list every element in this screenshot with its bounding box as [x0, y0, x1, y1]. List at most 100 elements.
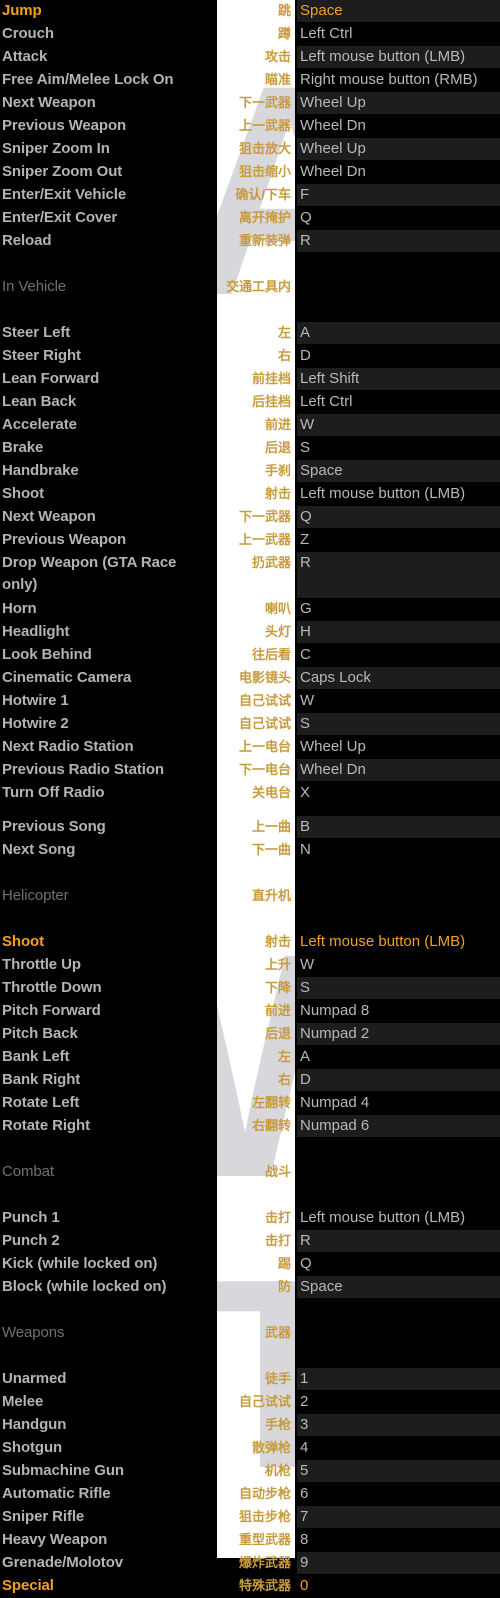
control-row[interactable]: Sniper Rifle 狙击步枪 7 — [0, 1506, 500, 1529]
key-binding-value: 6 — [300, 1485, 309, 1502]
action-label: Handgun — [2, 1416, 67, 1433]
controls-reference-sheet: A W T Jump跳SpaceCrouch蹲Left CtrlAttack攻击… — [0, 0, 500, 1594]
control-row[interactable]: Melee 自己试试 2 — [0, 1391, 500, 1414]
action-label: Shoot — [2, 933, 44, 950]
control-row[interactable]: Crouch 蹲 Left Ctrl — [0, 23, 500, 46]
section-header-row[interactable]: In Vehicle 交通工具内 — [0, 276, 500, 299]
control-row[interactable]: Reload 重新装弹 R — [0, 230, 500, 253]
control-row[interactable]: Accelerate 前进 W — [0, 414, 500, 437]
control-row[interactable]: Brake 后退 S — [0, 437, 500, 460]
control-row[interactable]: Enter/Exit Cover 离开掩护 Q — [0, 207, 500, 230]
control-row[interactable]: Handbrake 手刹 Space — [0, 460, 500, 483]
action-label-chinese: 下一曲 — [251, 842, 291, 857]
action-label: Jump — [2, 2, 42, 19]
control-row[interactable]: Rotate Left 左翻转 Numpad 4 — [0, 1092, 500, 1115]
control-row[interactable]: Lean Back 后挂档 Left Ctrl — [0, 391, 500, 414]
action-label: Shotgun — [2, 1439, 63, 1456]
control-row[interactable]: Cinematic Camera 电影镜头 Caps Lock — [0, 667, 500, 690]
control-row[interactable]: Next Weapon 下一武器 Wheel Up — [0, 92, 500, 115]
control-row[interactable]: Next Radio Station 上一电台 Wheel Up — [0, 736, 500, 759]
action-label: Next Weapon — [2, 508, 96, 525]
control-row[interactable]: Submachine Gun 机枪 5 — [0, 1460, 500, 1483]
action-label: Accelerate — [2, 416, 77, 433]
action-label-chinese: 下一武器 — [238, 509, 291, 524]
control-row[interactable]: Block (while locked on) 防 Space — [0, 1276, 500, 1299]
action-label-chinese: 特殊武器 — [238, 1578, 291, 1593]
action-label: Heavy Weapon — [2, 1531, 108, 1548]
action-label-chinese: 上一曲 — [251, 819, 291, 834]
key-binding-value: 8 — [300, 1531, 309, 1548]
action-label-chinese: 自己试试 — [238, 693, 291, 708]
action-label: Rotate Left — [2, 1094, 80, 1111]
row-spacer — [0, 1184, 500, 1207]
control-row[interactable]: Look Behind 往后看 C — [0, 644, 500, 667]
control-row[interactable]: Bank Left 左 A — [0, 1046, 500, 1069]
control-row[interactable]: Free Aim/Melee Lock On 瞄准 Right mouse butt… — [0, 69, 500, 92]
control-row[interactable]: Previous Song 上一曲 B — [0, 816, 500, 839]
key-binding-value: Wheel Up — [300, 738, 366, 755]
control-row[interactable]: Steer Right 右 D — [0, 345, 500, 368]
action-label: Next Song — [2, 841, 76, 858]
key-binding-value: C — [300, 646, 311, 663]
section-title: In Vehicle — [2, 278, 67, 295]
control-row[interactable]: Automatic Rifle 自动步枪 6 — [0, 1483, 500, 1506]
action-label-chinese: 前进 — [264, 417, 291, 432]
control-row[interactable]: Enter/Exit Vehicle 确认/下车 F — [0, 184, 500, 207]
control-row[interactable]: Lean Forward 前挂档 Left Shift — [0, 368, 500, 391]
action-label-chinese: 喇叭 — [264, 601, 291, 616]
control-row[interactable]: Drop Weapon (GTA Race only) 扔武器 R — [0, 552, 500, 598]
key-binding-value: A — [300, 1048, 311, 1065]
control-row[interactable]: Previous Weapon 上一武器 Z — [0, 529, 500, 552]
section-title: Combat — [2, 1163, 54, 1180]
control-row[interactable]: Shoot 射击 Left mouse button (LMB) — [0, 483, 500, 506]
control-row[interactable]: Throttle Down 下降 S — [0, 977, 500, 1000]
control-row[interactable]: Turn Off Radio 关电台 X — [0, 782, 500, 805]
action-label: Crouch — [2, 25, 54, 42]
action-label-chinese: 手枪 — [264, 1417, 291, 1432]
action-label-chinese: 电影镜头 — [238, 670, 291, 685]
control-row[interactable]: Sniper Zoom Out 狙击缩小 Wheel Dn — [0, 161, 500, 184]
control-row[interactable]: Previous Weapon 上一武器 Wheel Dn — [0, 115, 500, 138]
control-row[interactable]: Hotwire 1 自己试试 W — [0, 690, 500, 713]
control-row[interactable]: Grenade/Molotov 爆炸武器 9 — [0, 1552, 500, 1575]
action-label-chinese: 下一电台 — [238, 762, 291, 777]
control-row[interactable]: Shoot 射击 Left mouse button (LMB) — [0, 931, 500, 954]
control-row[interactable]: Next Weapon 下一武器 Q — [0, 506, 500, 529]
control-row[interactable]: Punch 1 击打 Left mouse button (LMB) — [0, 1207, 500, 1230]
key-binding-value: Numpad 4 — [300, 1094, 370, 1111]
control-row[interactable]: Unarmed 徒手 1 — [0, 1368, 500, 1391]
control-row[interactable]: Shotgun 散弹枪 4 — [0, 1437, 500, 1460]
control-row[interactable]: Handgun 手枪 3 — [0, 1414, 500, 1437]
action-label-chinese: 后退 — [264, 1026, 291, 1041]
control-row[interactable]: Horn 喇叭 G — [0, 598, 500, 621]
action-label: Lean Back — [2, 393, 77, 410]
control-row[interactable]: Special 特殊武器 0 — [0, 1575, 500, 1598]
control-row[interactable]: Next Song 下一曲 N — [0, 839, 500, 862]
control-row[interactable]: Kick (while locked on) 踢 Q — [0, 1253, 500, 1276]
action-label-chinese: 狙击缩小 — [238, 164, 291, 179]
action-label: Previous Song — [2, 818, 106, 835]
controls-table: Jump 跳 Space Crouch 蹲 Left Ctrl Attack 攻击 Left m… — [0, 0, 500, 1598]
control-row[interactable]: Heavy Weapon 重型武器 8 — [0, 1529, 500, 1552]
control-row[interactable]: Steer Left 左 A — [0, 322, 500, 345]
action-label: Bank Right — [2, 1071, 81, 1088]
control-row[interactable]: Rotate Right 右翻转 Numpad 6 — [0, 1115, 500, 1138]
key-binding-value: 1 — [297, 1368, 500, 1390]
action-label: Special — [2, 1577, 54, 1594]
control-row[interactable]: Throttle Up 上升 W — [0, 954, 500, 977]
control-row[interactable]: Pitch Back 后退 Numpad 2 — [0, 1023, 500, 1046]
control-row[interactable]: Previous Radio Station 下一电台 Wheel Dn — [0, 759, 500, 782]
control-row[interactable]: Sniper Zoom In 狙击放大 Wheel Up — [0, 138, 500, 161]
control-row[interactable]: Headlight 头灯 H — [0, 621, 500, 644]
section-header-row[interactable]: Weapons 武器 — [0, 1322, 500, 1345]
action-label: Previous Radio Station — [2, 761, 164, 778]
key-binding-value: Left Ctrl — [300, 25, 353, 42]
control-row[interactable]: Jump 跳 Space — [0, 0, 500, 23]
control-row[interactable]: Pitch Forward 前进 Numpad 8 — [0, 1000, 500, 1023]
control-row[interactable]: Punch 2 击打 R — [0, 1230, 500, 1253]
section-header-row[interactable]: Combat 战斗 — [0, 1161, 500, 1184]
section-header-row[interactable]: Helicopter 直升机 — [0, 885, 500, 908]
control-row[interactable]: Hotwire 2 自己试试 S — [0, 713, 500, 736]
control-row[interactable]: Bank Right 右 D — [0, 1069, 500, 1092]
control-row[interactable]: Attack 攻击 Left mouse button (LMB) — [0, 46, 500, 69]
